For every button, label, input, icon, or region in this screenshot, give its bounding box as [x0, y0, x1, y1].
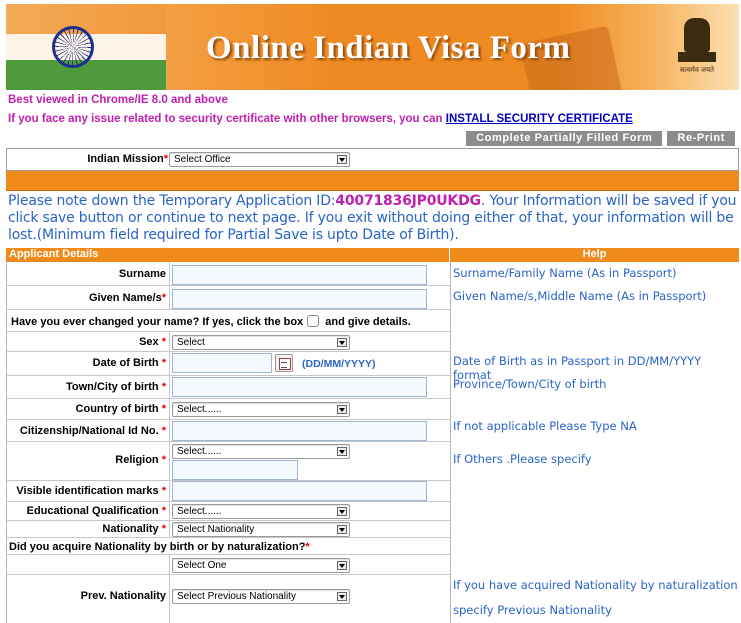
nationality-label: Nationality *: [102, 523, 166, 535]
religion-row: Religion * Select......: [6, 442, 451, 481]
chevron-down-icon: [337, 507, 347, 516]
surname-row: Surname: [6, 262, 451, 286]
religion-other-input[interactable]: [172, 460, 298, 480]
nationality-row: Nationality * Select Nationality: [6, 521, 451, 538]
help-town: Province/Town/City of birth: [453, 377, 607, 391]
marks-label: Visible identification marks *: [16, 485, 166, 497]
browser-notice: Best viewed in Chrome/IE 8.0 and above: [8, 94, 228, 106]
acquire-nationality-label: Did you acquire Nationality by birth or …: [9, 541, 310, 553]
mission-row: Indian Mission* Select Office: [6, 148, 739, 171]
dob-row: Date of Birth * (DD/MM/YYYY): [6, 352, 451, 376]
dob-format-hint: (DD/MM/YYYY): [302, 358, 376, 370]
help-surname: Surname/Family Name (As in Passport): [453, 266, 677, 280]
education-label: Educational Qualification *: [26, 505, 166, 517]
country-label: Country of birth *: [75, 403, 166, 415]
page-title: Online Indian Visa Form: [206, 30, 571, 66]
citizenship-label: Citizenship/National Id No. *: [19, 425, 166, 437]
chevron-down-icon: [337, 592, 347, 601]
acquire-nationality-row: Did you acquire Nationality by birth or …: [6, 538, 451, 555]
town-label: Town/City of birth *: [65, 381, 166, 393]
help-header: Help: [450, 248, 739, 262]
acquire-select-row: Select One: [6, 555, 451, 575]
education-row: Educational Qualification * Select......: [6, 502, 451, 521]
help-nationality-2: specify Previous Nationality: [453, 603, 612, 617]
indian-mission-select[interactable]: Select Office: [169, 152, 350, 167]
marks-row: Visible identification marks *: [6, 481, 451, 502]
given-name-label: Given Name/s*: [88, 292, 166, 304]
ashoka-chakra-icon: [52, 26, 94, 68]
emblem-motto: सत्यमेव जयते: [679, 67, 715, 74]
citizenship-row: Citizenship/National Id No. *: [6, 420, 451, 442]
chevron-down-icon: [337, 405, 347, 414]
changed-name-checkbox[interactable]: [307, 315, 320, 327]
citizenship-input[interactable]: [172, 421, 427, 441]
prev-nationality-row: Prev. Nationality Select Previous Nation…: [6, 575, 451, 623]
country-row: Country of birth * Select......: [6, 399, 451, 420]
country-select[interactable]: Select......: [172, 402, 350, 417]
top-actions: Complete Partially Filled Form Re-Print: [466, 131, 735, 146]
chevron-down-icon: [337, 338, 347, 347]
nationality-select[interactable]: Select Nationality: [172, 522, 350, 537]
chevron-down-icon: [337, 155, 347, 164]
religion-label: Religion *: [115, 454, 166, 466]
town-row: Town/City of birth *: [6, 376, 451, 399]
help-religion: If Others .Please specify: [453, 452, 592, 466]
sex-row: Sex * Select: [6, 332, 451, 352]
changed-name-label: Have you ever changed your name? If yes,…: [11, 315, 411, 328]
state-emblem-icon: सत्यमेव जयते: [678, 18, 716, 76]
install-certificate-link[interactable]: INSTALL SECURITY CERTIFICATE: [446, 113, 633, 125]
changed-name-row: Have you ever changed your name? If yes,…: [6, 310, 451, 332]
section-divider: [6, 171, 739, 191]
dob-input[interactable]: [172, 353, 272, 373]
education-select[interactable]: Select......: [172, 504, 350, 519]
temporary-application-id: 40071836JP0UKDG: [335, 193, 481, 209]
applicant-details-header: Applicant Details: [6, 248, 449, 262]
reprint-button[interactable]: Re-Print: [667, 131, 735, 146]
given-name-input[interactable]: [172, 289, 427, 309]
chevron-down-icon: [337, 561, 347, 570]
religion-select[interactable]: Select......: [172, 444, 350, 459]
acquire-nationality-select[interactable]: Select One: [172, 558, 350, 573]
help-given-name: Given Name/s,Middle Name (As in Passport…: [453, 289, 707, 303]
town-input[interactable]: [172, 377, 427, 397]
prev-nationality-select[interactable]: Select Previous Nationality: [172, 589, 350, 604]
indian-flag-image: [6, 4, 166, 90]
surname-label: Surname: [118, 268, 166, 280]
help-citizenship: If not applicable Please Type NA: [453, 419, 637, 433]
identification-marks-input[interactable]: [172, 481, 427, 501]
sex-label: Sex *: [139, 336, 166, 348]
calendar-icon[interactable]: [275, 354, 293, 372]
security-notice: If you face any issue related to securit…: [8, 113, 633, 125]
mission-label: Indian Mission*: [87, 153, 168, 165]
help-nationality-1: If you have acquired Nationality by natu…: [453, 578, 738, 592]
chevron-down-icon: [337, 525, 347, 534]
dob-label: Date of Birth *: [92, 357, 166, 369]
temporary-id-notice: Please note down the Temporary Applicati…: [8, 193, 737, 243]
complete-partial-form-button[interactable]: Complete Partially Filled Form: [466, 131, 663, 146]
header-banner: Online Indian Visa Form सत्यमेव जयते: [6, 4, 739, 90]
security-notice-text: If you face any issue related to securit…: [8, 113, 446, 125]
surname-input[interactable]: [172, 265, 427, 285]
sex-select[interactable]: Select: [172, 335, 350, 350]
given-name-row: Given Name/s*: [6, 286, 451, 310]
chevron-down-icon: [337, 447, 347, 456]
prev-nationality-label: Prev. Nationality: [80, 590, 166, 602]
